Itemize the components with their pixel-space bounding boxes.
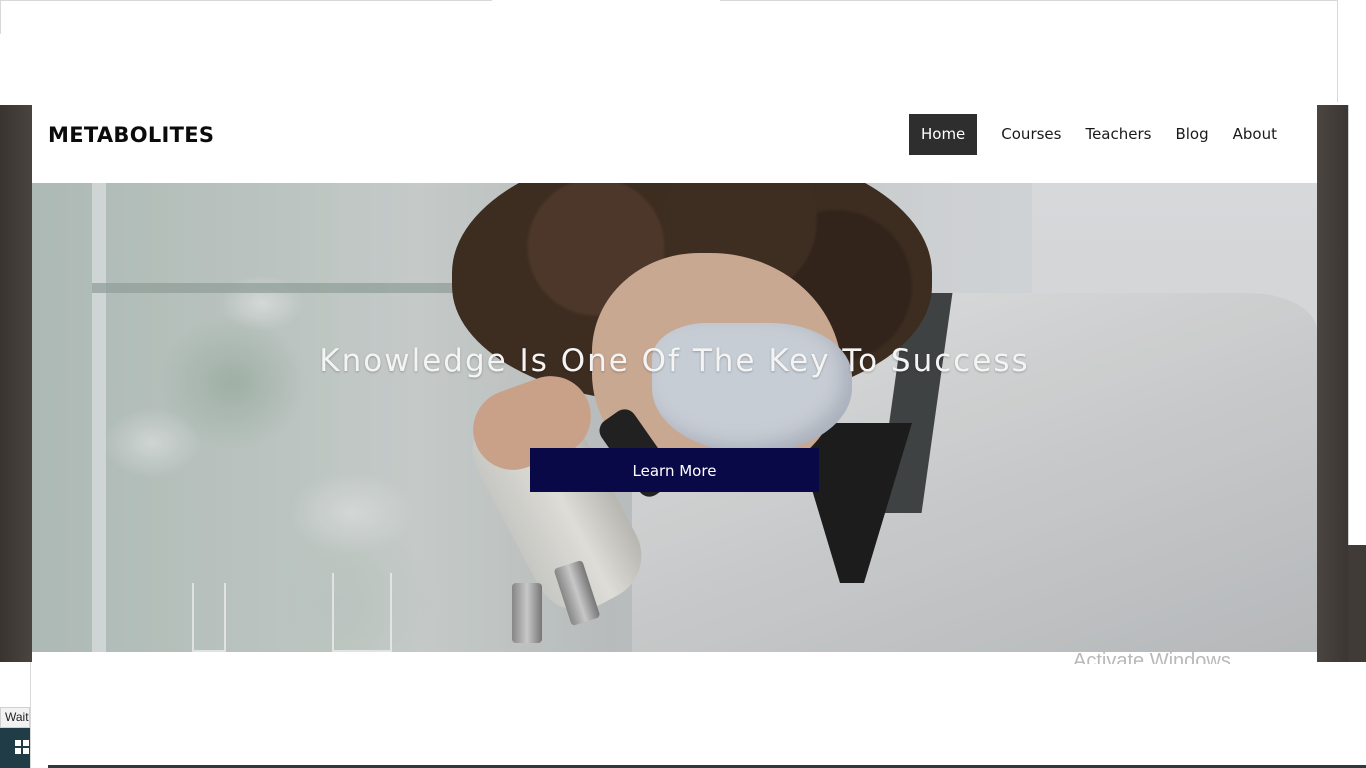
right-dark-panel	[1348, 545, 1366, 662]
nav-item-home[interactable]: Home	[908, 114, 978, 155]
hero-section: Knowledge Is One Of The Key To Success L…	[32, 183, 1317, 652]
top-border-line	[720, 0, 1338, 1]
windows-start-icon[interactable]	[15, 740, 29, 754]
nav-item-about[interactable]: About	[1221, 114, 1289, 155]
top-right-edge	[1337, 0, 1338, 102]
right-blank-panel	[1348, 105, 1366, 545]
status-tooltip: Wait	[0, 707, 30, 728]
browser-top-blank-area	[0, 0, 1366, 105]
right-dark-margin	[1317, 105, 1348, 662]
site-header: METABOLITES Home Courses Teachers Blog A…	[32, 105, 1317, 183]
nav-item-teachers[interactable]: Teachers	[1073, 114, 1163, 155]
browser-bottom-blank-area	[30, 662, 1366, 768]
learn-more-button[interactable]: Learn More	[530, 448, 819, 492]
main-nav: Home Courses Teachers Blog About	[908, 114, 1289, 155]
top-border-line	[0, 0, 492, 1]
left-dark-margin	[0, 105, 32, 662]
hero-title: Knowledge Is One Of The Key To Success	[319, 343, 1030, 379]
activate-windows-watermark: Activate Windows	[1073, 650, 1231, 664]
nav-item-blog[interactable]: Blog	[1163, 114, 1220, 155]
top-left-edge	[0, 0, 1, 34]
hero-overlay	[32, 183, 1317, 652]
site-logo[interactable]: METABOLITES	[48, 123, 214, 147]
nav-item-courses[interactable]: Courses	[989, 114, 1073, 155]
website-viewport: METABOLITES Home Courses Teachers Blog A…	[32, 105, 1317, 652]
